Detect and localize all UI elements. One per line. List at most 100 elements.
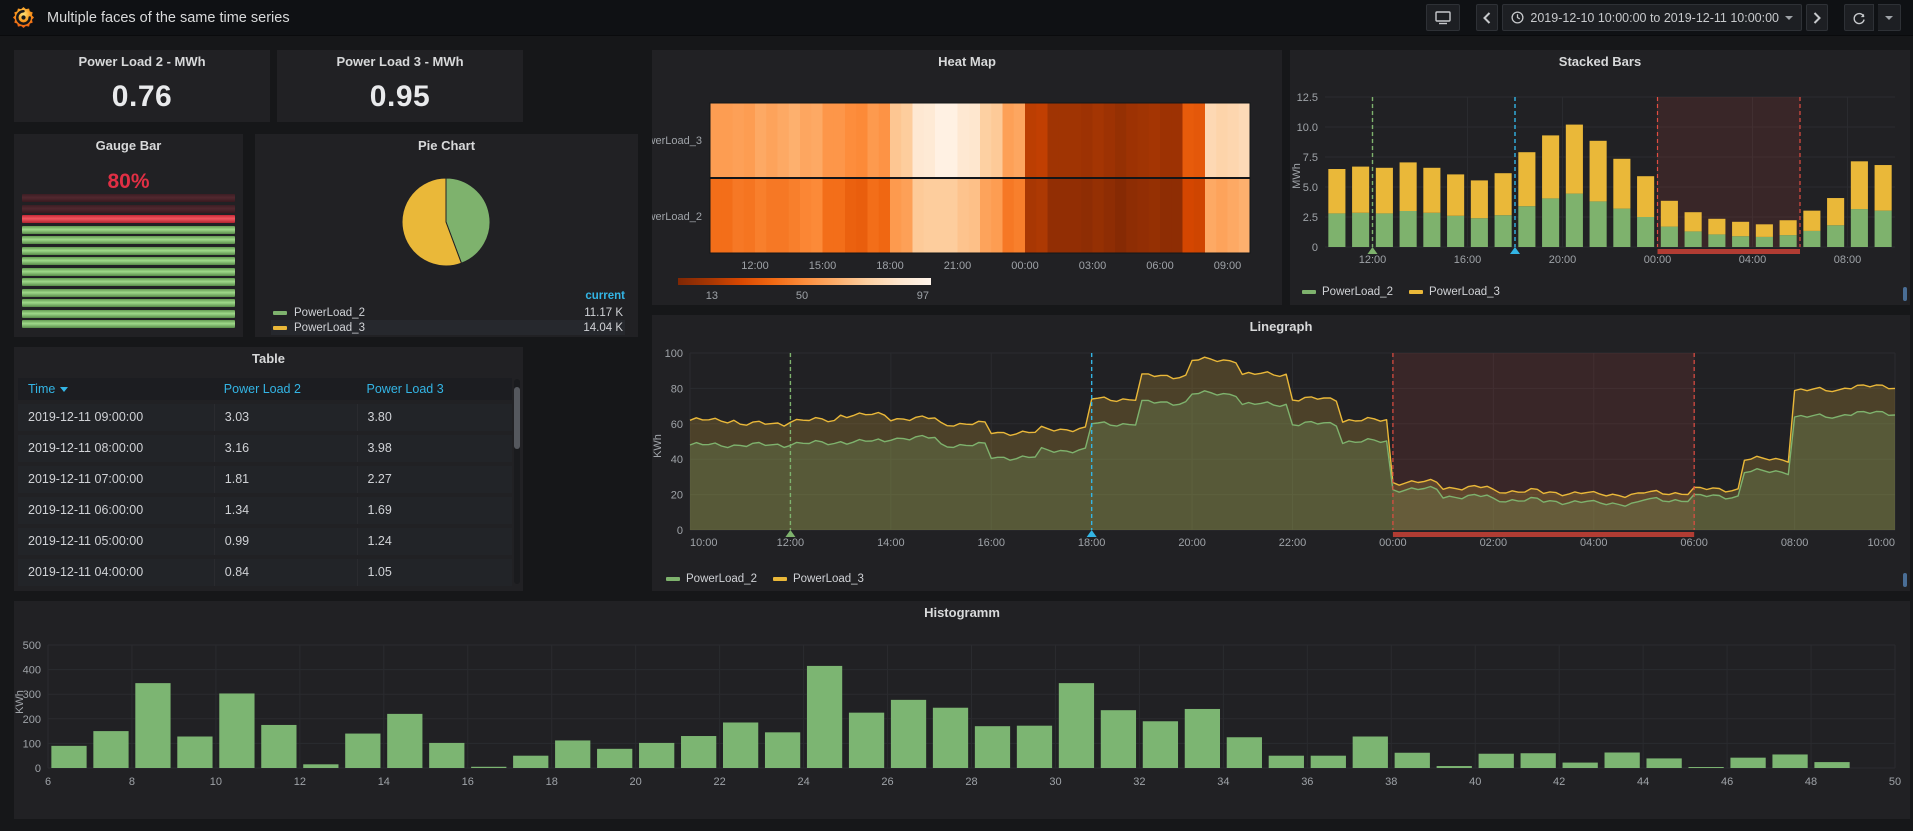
dashboard-title[interactable]: Multiple faces of the same time series <box>47 10 290 26</box>
bar-segment-PowerLoad_3[interactable] <box>1685 212 1702 231</box>
column-header-time[interactable]: Time <box>18 382 214 396</box>
refresh-button[interactable] <box>1844 4 1874 31</box>
bar-segment-PowerLoad_2[interactable] <box>1613 209 1630 247</box>
histogram-bar[interactable] <box>681 736 716 768</box>
bar-segment-PowerLoad_2[interactable] <box>1328 213 1345 247</box>
heatmap-cell[interactable] <box>1149 179 1161 253</box>
heatmap-cell[interactable] <box>1070 103 1082 177</box>
bar-segment-PowerLoad_2[interactable] <box>1732 236 1749 247</box>
heatmap-cell[interactable] <box>879 103 891 177</box>
heatmap-cell[interactable] <box>1048 179 1060 253</box>
panel-title[interactable]: Linegraph <box>652 315 1910 337</box>
bar-segment-PowerLoad_3[interactable] <box>1661 201 1678 227</box>
legend-item-PowerLoad_3[interactable]: PowerLoad_3 <box>773 573 864 585</box>
heatmap-cell[interactable] <box>823 103 835 177</box>
histogram-bar[interactable] <box>1101 710 1136 768</box>
bar-segment-PowerLoad_3[interactable] <box>1328 169 1345 213</box>
bar-segment-PowerLoad_3[interactable] <box>1803 211 1820 231</box>
heatmap-cell[interactable] <box>800 179 812 253</box>
time-forward-button[interactable] <box>1806 4 1828 31</box>
grafana-logo-icon[interactable] <box>12 6 35 29</box>
bar-segment-PowerLoad_2[interactable] <box>1495 215 1512 247</box>
heatmap-cell[interactable] <box>789 179 801 253</box>
bar-segment-PowerLoad_2[interactable] <box>1376 213 1393 247</box>
heatmap-cell[interactable] <box>913 103 925 177</box>
heatmap-cell[interactable] <box>1059 103 1071 177</box>
heatmap-cell[interactable] <box>946 179 958 253</box>
heatmap-cell[interactable] <box>1036 103 1048 177</box>
bar-segment-PowerLoad_3[interactable] <box>1423 168 1440 213</box>
histogram-bar[interactable] <box>1311 756 1346 768</box>
bar-segment-PowerLoad_2[interactable] <box>1352 213 1369 247</box>
histogram-bar[interactable] <box>1395 753 1430 768</box>
bar-segment-PowerLoad_2[interactable] <box>1827 225 1844 247</box>
heatmap-cell[interactable] <box>1205 103 1217 177</box>
bar-segment-PowerLoad_3[interactable] <box>1732 222 1749 236</box>
histogram-bar[interactable] <box>51 746 86 768</box>
histogram-bar[interactable] <box>1227 737 1262 768</box>
histogram-bar[interactable] <box>639 743 674 768</box>
heatmap-cell[interactable] <box>913 179 925 253</box>
panel-scrollbar[interactable] <box>1903 573 1907 587</box>
heatmap-cell[interactable] <box>834 179 846 253</box>
histogram-bar[interactable] <box>1479 754 1514 768</box>
heatmap-cell[interactable] <box>1239 179 1251 253</box>
panel-title[interactable]: Pie Chart <box>255 134 638 156</box>
annotation-marker[interactable] <box>1087 530 1097 537</box>
heatmap-cell[interactable] <box>1025 103 1037 177</box>
bar-segment-PowerLoad_2[interactable] <box>1661 227 1678 247</box>
bar-segment-PowerLoad_2[interactable] <box>1685 231 1702 247</box>
histogram-bar[interactable] <box>891 700 926 768</box>
heatmap-cell[interactable] <box>710 179 722 253</box>
heatmap-cell[interactable] <box>1025 179 1037 253</box>
heatmap-cell[interactable] <box>721 179 733 253</box>
legend-item-PowerLoad_2[interactable]: PowerLoad_2 <box>666 573 757 585</box>
histogram-bar[interactable] <box>1563 763 1598 768</box>
histogram-bar[interactable] <box>177 737 212 768</box>
heatmap-cell[interactable] <box>1093 179 1105 253</box>
bar-segment-PowerLoad_2[interactable] <box>1400 211 1417 247</box>
heatmap-cell[interactable] <box>1014 103 1026 177</box>
heatmap-cell[interactable] <box>1003 103 1015 177</box>
heatmap-cell[interactable] <box>811 179 823 253</box>
heatmap-cell[interactable] <box>856 103 868 177</box>
legend-item-PowerLoad_2[interactable]: PowerLoad_2 <box>1302 286 1393 298</box>
bar-segment-PowerLoad_3[interactable] <box>1566 125 1583 194</box>
histogram-bar[interactable] <box>1353 737 1388 768</box>
bar-segment-PowerLoad_2[interactable] <box>1637 217 1654 247</box>
histogram-bar[interactable] <box>807 666 842 768</box>
bar-segment-PowerLoad_3[interactable] <box>1590 141 1607 202</box>
bar-segment-PowerLoad_2[interactable] <box>1447 216 1464 247</box>
histogram-bar[interactable] <box>555 740 590 768</box>
heatmap-cell[interactable] <box>958 179 970 253</box>
heatmap-cell[interactable] <box>733 179 745 253</box>
bar-segment-PowerLoad_3[interactable] <box>1542 135 1559 198</box>
heatmap-cell[interactable] <box>845 179 857 253</box>
bar-segment-PowerLoad_2[interactable] <box>1590 201 1607 247</box>
histogram-chart[interactable]: 0100200300400500681012141618202224262830… <box>14 623 1910 819</box>
heatmap-cell[interactable] <box>890 179 902 253</box>
heatmap-cell[interactable] <box>924 103 936 177</box>
bar-segment-PowerLoad_2[interactable] <box>1780 235 1797 247</box>
heatmap-cell[interactable] <box>766 103 778 177</box>
heatmap-cell[interactable] <box>879 179 891 253</box>
histogram-bar[interactable] <box>933 708 968 768</box>
histogram-bar[interactable] <box>429 743 464 768</box>
heatmap-cell[interactable] <box>755 179 767 253</box>
heatmap-cell[interactable] <box>890 103 902 177</box>
heatmap-cell[interactable] <box>1160 103 1172 177</box>
heatmap-cell[interactable] <box>1149 103 1161 177</box>
stacked-bar-chart[interactable]: 02.55.07.510.012.512:0016:0020:0000:0004… <box>1290 72 1910 277</box>
histogram-bar[interactable] <box>345 734 380 768</box>
pie-legend-row[interactable]: PowerLoad_211.17 K <box>271 305 625 320</box>
heatmap-cell[interactable] <box>969 103 981 177</box>
histogram-bar[interactable] <box>1059 683 1094 768</box>
heatmap-cell[interactable] <box>1138 103 1150 177</box>
heatmap-cell[interactable] <box>1126 179 1138 253</box>
histogram-bar[interactable] <box>387 714 422 768</box>
bar-segment-PowerLoad_3[interactable] <box>1352 167 1369 213</box>
heatmap-cell[interactable] <box>1228 179 1240 253</box>
heatmap-cell[interactable] <box>1126 103 1138 177</box>
heatmap-cell[interactable] <box>868 179 880 253</box>
histogram-bar[interactable] <box>765 732 800 768</box>
